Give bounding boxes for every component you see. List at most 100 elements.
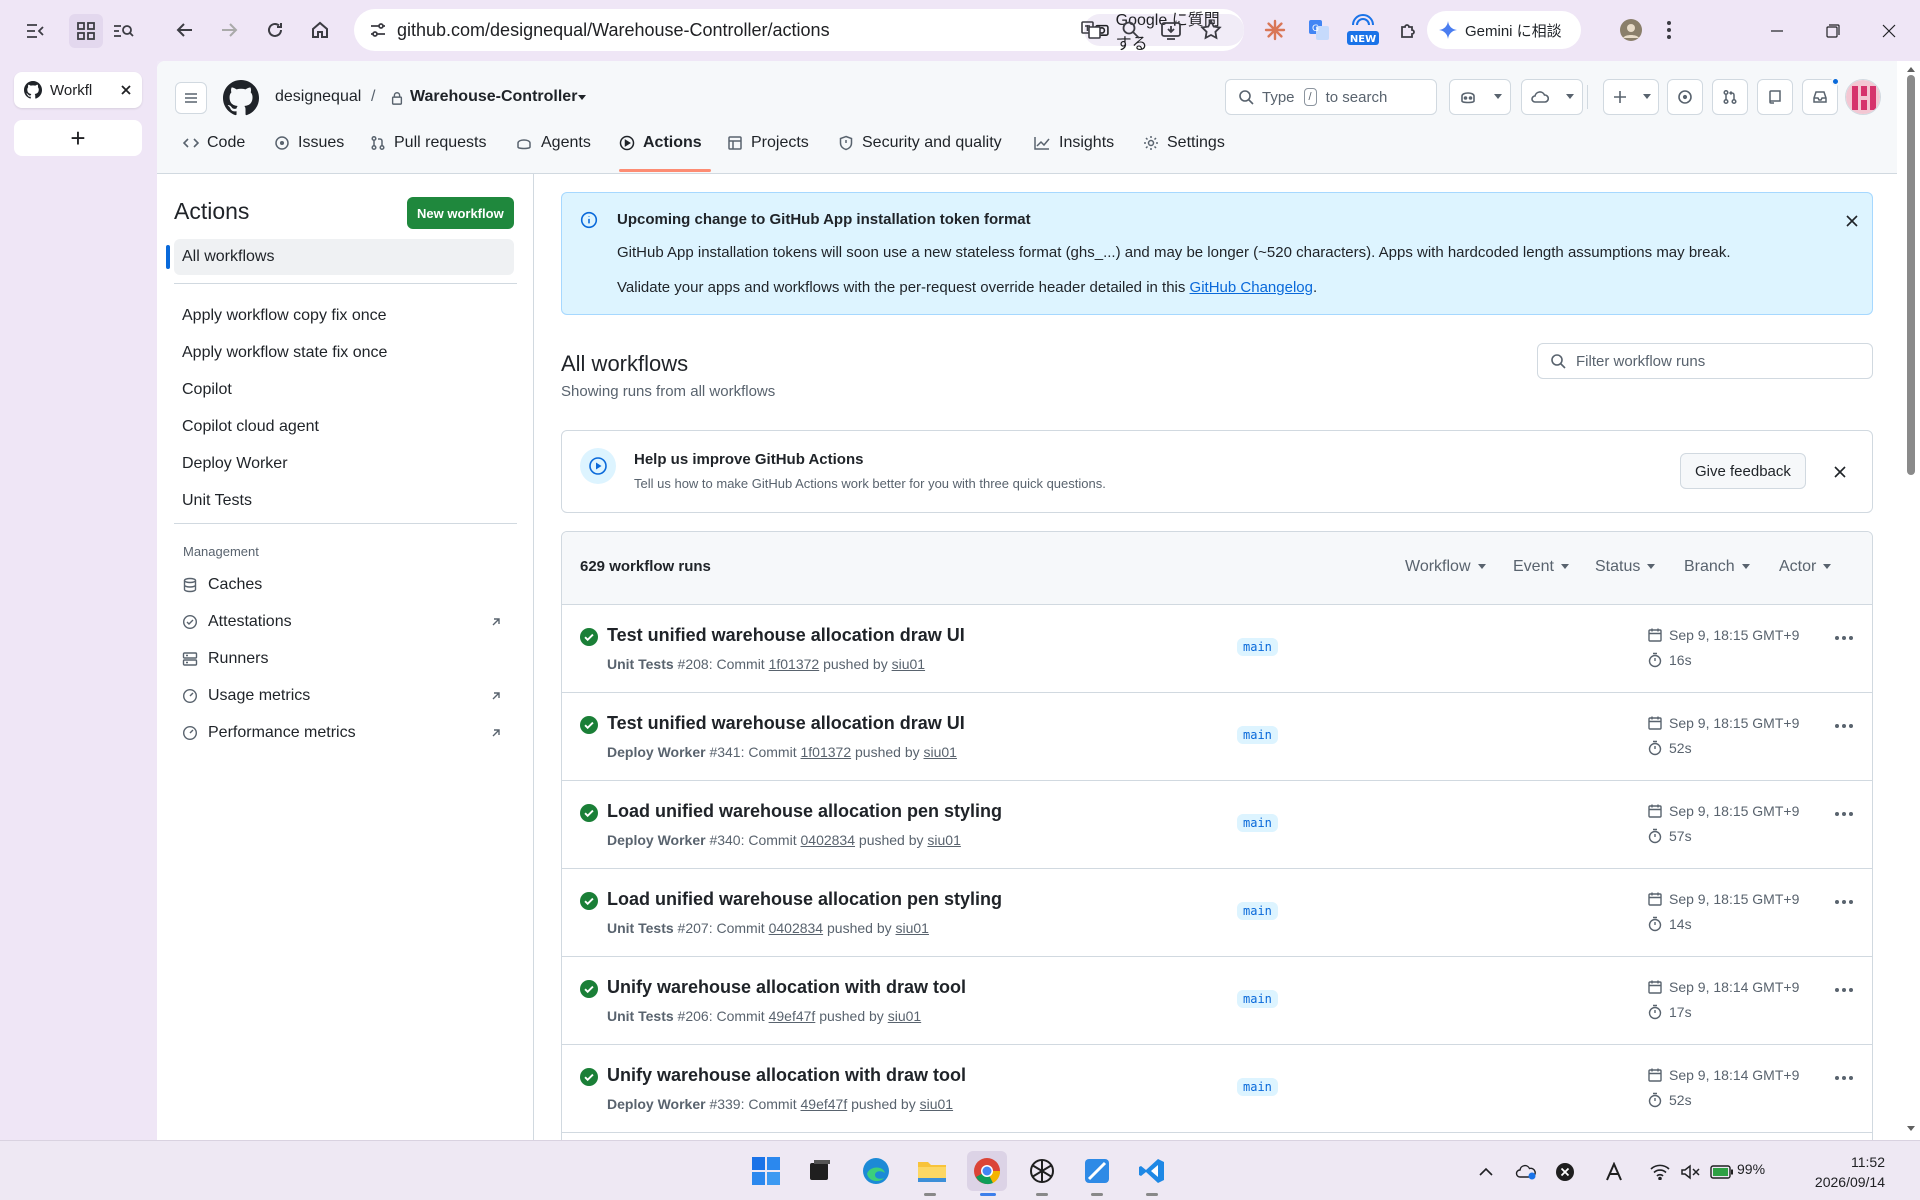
filter-branch-dropdown[interactable]: Branch (1684, 558, 1750, 576)
commit-sha-link[interactable]: 0402834 (769, 920, 824, 936)
kebab-menu-icon[interactable] (1834, 635, 1854, 641)
issues-icon[interactable] (1667, 79, 1703, 115)
filter-event-dropdown[interactable]: Event (1513, 558, 1569, 576)
scroll-down-icon[interactable] (1906, 1125, 1916, 1133)
sidebar-item-workflow[interactable]: Apply workflow copy fix once (174, 298, 514, 334)
inbox-icon[interactable] (1802, 77, 1840, 115)
actor-link[interactable]: siu01 (920, 1096, 953, 1112)
forward-icon[interactable] (211, 12, 247, 48)
actor-link[interactable]: siu01 (892, 656, 925, 672)
sidebar-item-workflow[interactable]: Unit Tests (174, 483, 514, 519)
repo-owner-link[interactable]: designequal (275, 88, 361, 106)
copilot-menu-button[interactable] (1449, 79, 1511, 115)
workflow-run-row[interactable]: Unify warehouse allocation with draw too… (562, 1045, 1872, 1133)
gemini-button[interactable]: Gemini に相談 (1427, 11, 1581, 49)
install-app-icon[interactable] (1155, 14, 1187, 46)
close-window-icon[interactable] (1874, 16, 1904, 46)
file-explorer-icon[interactable] (912, 1151, 952, 1191)
new-workflow-button[interactable]: New workflow (407, 197, 514, 229)
run-title[interactable]: Unify warehouse allocation with draw too… (607, 1065, 966, 1086)
tab-projects[interactable]: Projects (727, 123, 809, 163)
system-clock[interactable]: 11:52 2026/09/14 (1785, 1152, 1885, 1192)
url-text[interactable]: github.com/designequal/Warehouse-Control… (397, 20, 830, 41)
give-feedback-button[interactable]: Give feedback (1680, 453, 1806, 489)
kebab-menu-icon[interactable] (1834, 1075, 1854, 1081)
sidebar-item-workflow[interactable]: Deploy Worker (174, 446, 514, 482)
pull-requests-icon[interactable] (1712, 79, 1748, 115)
branch-badge[interactable]: main (1237, 814, 1278, 832)
tab-pull-requests[interactable]: Pull requests (370, 123, 487, 163)
chevron-up-icon[interactable] (1474, 1160, 1498, 1184)
global-search-input[interactable]: Type / to search (1225, 79, 1437, 115)
sidebar-item-all-workflows[interactable]: All workflows (166, 239, 514, 275)
codespaces-menu-button[interactable] (1521, 79, 1583, 115)
back-icon[interactable] (167, 12, 203, 48)
sidebar-item-performance-metrics[interactable]: Performance metrics (174, 715, 514, 751)
collapse-sidebar-icon[interactable] (18, 14, 52, 48)
filter-actor-dropdown[interactable]: Actor (1779, 558, 1832, 576)
tab-agents[interactable]: Agents (515, 123, 591, 163)
branch-badge[interactable]: main (1237, 638, 1278, 656)
create-new-button[interactable] (1603, 79, 1659, 115)
user-avatar[interactable] (1845, 79, 1881, 115)
sidebar-item-workflow[interactable]: Apply workflow state fix once (174, 335, 514, 371)
filter-status-dropdown[interactable]: Status (1595, 558, 1656, 576)
github-logo-icon[interactable] (223, 80, 259, 116)
sidebar-item-runners[interactable]: Runners (174, 641, 514, 677)
workflow-run-row[interactable]: Unify warehouse allocation with draw too… (562, 957, 1872, 1045)
minimize-icon[interactable] (1762, 16, 1792, 46)
branch-badge[interactable]: main (1237, 1078, 1278, 1096)
reload-icon[interactable] (257, 12, 293, 48)
run-title[interactable]: Test unified warehouse allocation draw U… (607, 713, 965, 734)
kebab-menu-icon[interactable] (1834, 899, 1854, 905)
restore-icon[interactable] (1818, 16, 1848, 46)
filter-workflow-runs-input[interactable]: Filter workflow runs (1537, 343, 1873, 379)
extensions-puzzle-icon[interactable] (1393, 14, 1425, 46)
chrome-browser-icon[interactable] (967, 1151, 1007, 1191)
repo-dropdown-icon[interactable] (577, 94, 587, 102)
vscode-icon[interactable] (1132, 1151, 1172, 1191)
edge-browser-icon[interactable] (856, 1151, 896, 1191)
kebab-menu-icon[interactable] (1834, 987, 1854, 993)
site-info-icon[interactable] (366, 18, 390, 42)
scroll-up-icon[interactable] (1906, 65, 1916, 73)
claude-tray-icon[interactable] (1602, 1160, 1626, 1184)
branch-badge[interactable]: main (1237, 990, 1278, 1008)
repo-name-link[interactable]: Warehouse-Controller (410, 88, 577, 106)
close-circle-icon[interactable] (1553, 1160, 1577, 1184)
tab-issues[interactable]: Issues (274, 123, 344, 163)
tab-code[interactable]: Code (183, 123, 245, 163)
home-icon[interactable] (302, 12, 338, 48)
branch-badge[interactable]: main (1237, 902, 1278, 920)
close-feedback-icon[interactable] (1834, 466, 1846, 478)
tab-settings[interactable]: Settings (1143, 123, 1225, 163)
run-title[interactable]: Unify warehouse allocation with draw too… (607, 977, 966, 998)
translate-icon[interactable] (1075, 14, 1107, 46)
scrollbar-thumb[interactable] (1907, 75, 1915, 475)
bookmark-star-icon[interactable] (1195, 14, 1227, 46)
paint-app-icon[interactable] (1077, 1151, 1117, 1191)
close-banner-icon[interactable] (1846, 215, 1858, 227)
actor-link[interactable]: siu01 (888, 1008, 921, 1024)
sidebar-item-caches[interactable]: Caches (174, 567, 514, 603)
kebab-menu-icon[interactable] (1834, 811, 1854, 817)
onedrive-icon[interactable] (1514, 1160, 1538, 1184)
sidebar-item-usage-metrics[interactable]: Usage metrics (174, 678, 514, 714)
run-title[interactable]: Load unified warehouse allocation pen st… (607, 889, 1002, 910)
address-bar[interactable]: github.com/designequal/Warehouse-Control… (354, 9, 1244, 53)
workflow-run-row[interactable]: Load unified warehouse allocation pen st… (562, 781, 1872, 869)
zoom-icon[interactable] (1115, 14, 1147, 46)
google-translate-extension-icon[interactable]: G (1303, 14, 1335, 46)
profile-avatar[interactable] (1615, 14, 1647, 46)
start-menu-icon[interactable] (746, 1151, 786, 1191)
commit-sha-link[interactable]: 49ef47f (769, 1008, 816, 1024)
commit-sha-link[interactable]: 0402834 (801, 832, 856, 848)
kebab-menu-icon[interactable] (1834, 723, 1854, 729)
hamburger-menu-icon[interactable] (175, 82, 207, 114)
speaker-muted-icon[interactable] (1678, 1160, 1702, 1184)
workflow-run-row[interactable]: Load unified warehouse allocation pen st… (562, 869, 1872, 957)
workflow-run-row[interactable]: Test unified warehouse allocation draw U… (562, 605, 1872, 693)
branch-badge[interactable]: main (1237, 726, 1278, 744)
browser-tab-active[interactable]: Workfl (14, 72, 142, 108)
run-title[interactable]: Test unified warehouse allocation draw U… (607, 625, 965, 646)
